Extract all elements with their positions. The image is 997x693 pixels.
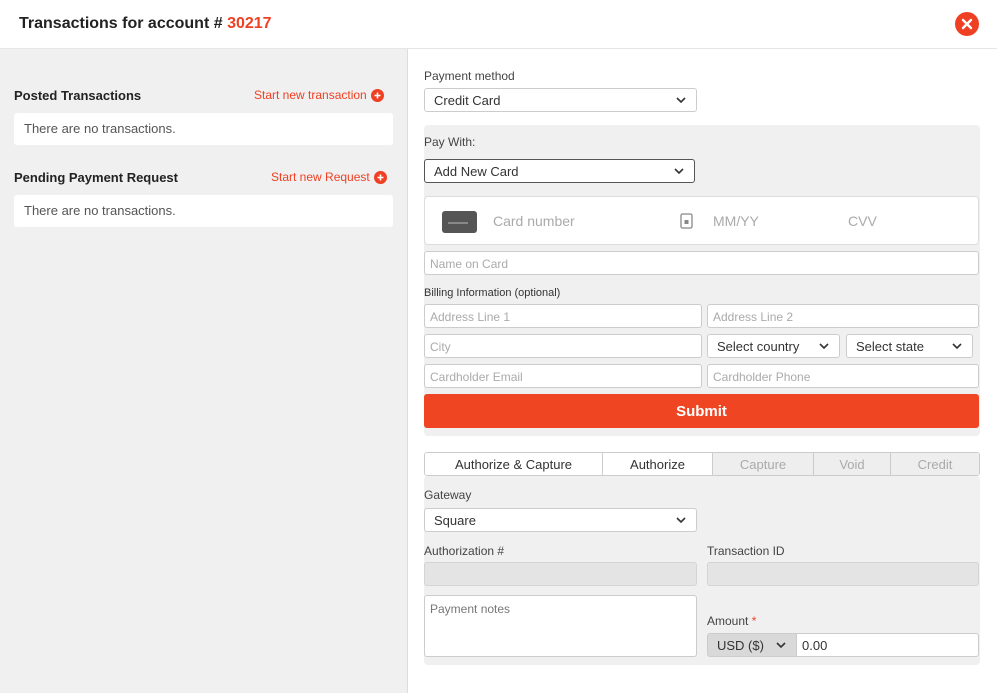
amount-input[interactable]: 0.00 — [796, 633, 979, 657]
pay-with-value: Add New Card — [434, 163, 519, 179]
posted-empty-message: There are no transactions. — [14, 113, 393, 145]
start-new-request-link[interactable]: Start new Request — [271, 170, 387, 184]
authorization-number-field — [424, 562, 697, 586]
card-number-input[interactable]: Card number — [493, 213, 663, 229]
submit-button[interactable]: Submit — [424, 394, 979, 428]
card-entry-box: Card number MM/YY CVV — [424, 196, 979, 245]
payment-method-select[interactable]: Credit Card — [424, 88, 697, 112]
start-new-transaction-label: Start new transaction — [254, 88, 367, 102]
chevron-down-icon — [676, 97, 686, 104]
amount-label-text: Amount — [707, 614, 749, 628]
start-new-request-label: Start new Request — [271, 170, 370, 184]
billing-info-label: Billing Information (optional) — [424, 287, 561, 299]
tab-authorize[interactable]: Authorize — [603, 453, 713, 475]
transaction-id-label: Transaction ID — [707, 544, 785, 558]
chevron-down-icon — [952, 343, 962, 350]
chevron-down-icon — [819, 343, 829, 350]
country-select[interactable]: Select country — [707, 334, 840, 358]
transaction-type-tabs: Authorize & Capture Authorize Capture Vo… — [424, 452, 980, 476]
account-number: 30217 — [227, 15, 272, 32]
tab-capture: Capture — [713, 453, 814, 475]
required-mark: * — [751, 614, 757, 628]
pay-with-label: Pay With: — [424, 135, 476, 149]
card-details-panel: Pay With: Add New Card Card number MM/YY… — [424, 125, 980, 436]
cardholder-email-input[interactable]: Cardholder Email — [424, 364, 702, 388]
pay-with-select[interactable]: Add New Card — [424, 159, 695, 183]
lock-icon — [680, 213, 693, 229]
gateway-panel: Gateway Square Authorization # Transacti… — [424, 476, 980, 665]
close-icon — [961, 18, 973, 30]
gateway-select[interactable]: Square — [424, 508, 697, 532]
transaction-id-field — [707, 562, 979, 586]
address-line-2-input[interactable]: Address Line 2 — [707, 304, 979, 328]
city-input[interactable]: City — [424, 334, 702, 358]
cardholder-phone-input[interactable]: Cardholder Phone — [707, 364, 979, 388]
posted-transactions-title: Posted Transactions — [14, 88, 142, 103]
gateway-value: Square — [434, 512, 476, 528]
tab-void: Void — [814, 453, 891, 475]
title-prefix: Transactions for account # — [19, 15, 228, 32]
chevron-down-icon — [776, 642, 786, 649]
authorization-number-label: Authorization # — [424, 544, 505, 558]
amount-label: Amount * — [707, 614, 756, 628]
payment-method-label: Payment method — [424, 69, 515, 83]
pending-empty-message: There are no transactions. — [14, 195, 393, 227]
payment-method-value: Credit Card — [434, 92, 501, 108]
modal-header: Transactions for account # 30217 — [0, 0, 997, 49]
cvv-input[interactable]: CVV — [848, 213, 928, 229]
transactions-sidebar: Posted Transactions Start new transactio… — [0, 49, 408, 693]
plus-icon — [373, 170, 387, 184]
tab-authorize-capture[interactable]: Authorize & Capture — [425, 453, 603, 475]
page-title: Transactions for account # 30217 — [19, 15, 272, 33]
tab-credit: Credit — [891, 453, 979, 475]
pending-request-title: Pending Payment Request — [14, 170, 178, 185]
state-value: Select state — [856, 338, 924, 354]
address-line-1-input[interactable]: Address Line 1 — [424, 304, 702, 328]
plus-icon — [370, 88, 384, 102]
credit-card-icon — [442, 211, 477, 233]
state-select[interactable]: Select state — [846, 334, 973, 358]
chevron-down-icon — [676, 517, 686, 524]
country-value: Select country — [717, 338, 800, 354]
chevron-down-icon — [674, 168, 684, 175]
currency-value: USD ($) — [717, 637, 764, 653]
start-new-transaction-link[interactable]: Start new transaction — [254, 88, 384, 102]
payment-notes-textarea[interactable]: Payment notes — [424, 595, 697, 657]
payment-form: Payment method Credit Card Pay With: Add… — [409, 49, 997, 693]
expiry-input[interactable]: MM/YY — [713, 213, 793, 229]
close-button[interactable] — [955, 12, 979, 36]
gateway-label: Gateway — [424, 488, 472, 502]
currency-select[interactable]: USD ($) — [707, 633, 797, 657]
name-on-card-input[interactable]: Name on Card — [424, 251, 979, 275]
